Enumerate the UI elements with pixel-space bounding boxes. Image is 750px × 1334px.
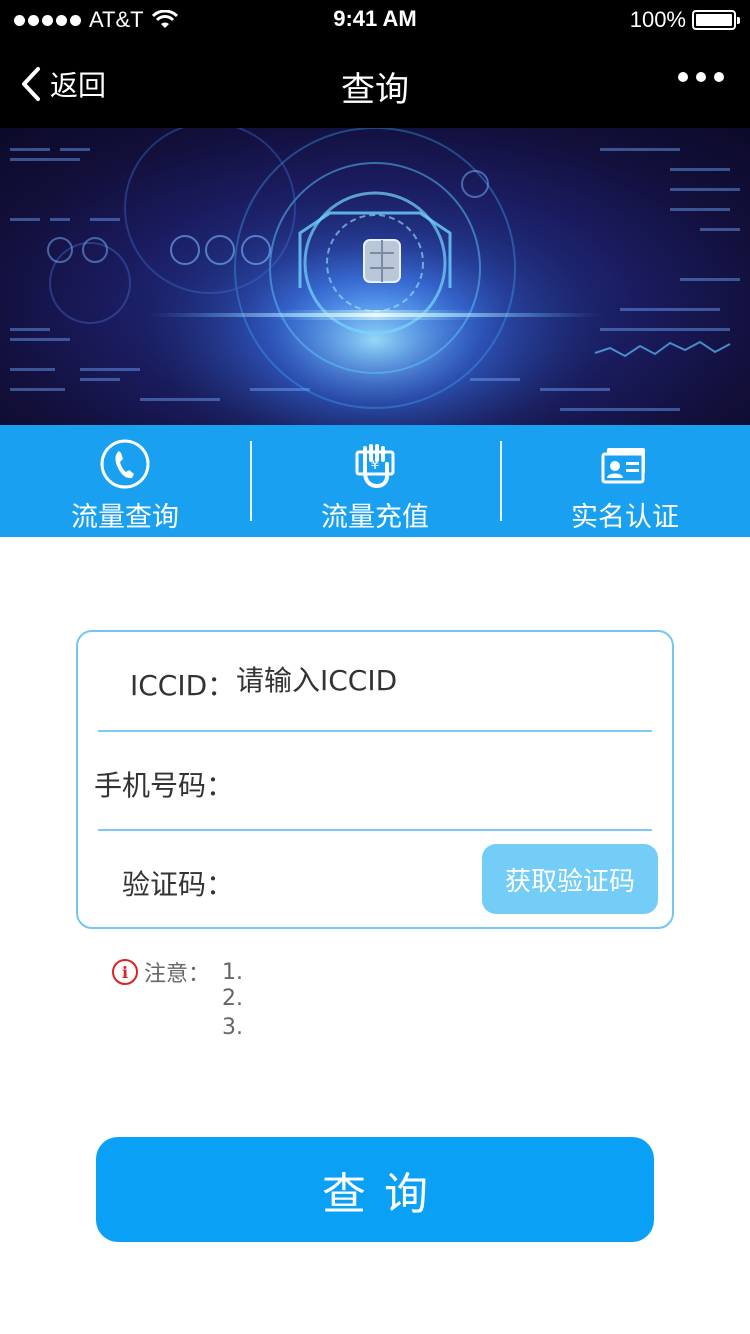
phone-icon	[98, 437, 152, 491]
more-dot-icon	[696, 72, 706, 82]
notice-item: 3.	[222, 1015, 243, 1040]
feature-tab-bar: 流量查询 ¥ 流量充值 实名认证	[0, 425, 750, 537]
query-form: ICCID： 手机号码： 验证码： 获取验证码	[76, 630, 674, 929]
page-title: 查询	[341, 70, 409, 110]
tab-divider	[500, 441, 502, 521]
status-right: 100%	[629, 7, 740, 33]
battery-percent: 100%	[629, 7, 686, 32]
more-dot-icon	[678, 72, 688, 82]
page: AT&T 9:41 AM 100% 返回 查询 流量查询 ¥ 流量充值 实名认证…	[0, 0, 750, 1334]
iccid-input[interactable]	[236, 660, 636, 700]
id-card-icon	[598, 437, 652, 491]
notice-section: i 注意： 1.	[112, 956, 243, 988]
battery-fill	[696, 14, 732, 26]
tab-label: 实名认证	[571, 502, 679, 533]
get-code-button[interactable]: 获取验证码	[482, 844, 658, 914]
status-bar: AT&T 9:41 AM 100%	[0, 0, 750, 40]
tab-flow-recharge[interactable]: ¥ 流量充值	[250, 425, 500, 537]
info-warning-icon: i	[112, 959, 138, 985]
more-dot-icon	[714, 72, 724, 82]
recharge-icon: ¥	[348, 437, 402, 491]
notice-header: i 注意： 1.	[112, 956, 243, 988]
tab-real-name-auth[interactable]: 实名认证	[500, 425, 750, 537]
code-input[interactable]	[236, 859, 466, 899]
more-button[interactable]	[678, 72, 724, 82]
tab-flow-query[interactable]: 流量查询	[0, 425, 250, 537]
phone-input[interactable]	[236, 760, 636, 800]
banner-image	[0, 128, 750, 425]
iccid-label: ICCID：	[130, 669, 236, 702]
nav-bar: 返回 查询	[0, 40, 750, 128]
notice-item: 1.	[222, 959, 244, 985]
tab-label: 流量查询	[71, 502, 179, 533]
code-label: 验证码：	[122, 868, 235, 901]
notice-item: 2.	[222, 986, 243, 1011]
tab-label: 流量充值	[321, 502, 429, 533]
battery-icon	[692, 10, 740, 30]
banner-graphic	[10, 128, 740, 425]
phone-row: 手机号码：	[78, 732, 672, 830]
iccid-row: ICCID：	[78, 632, 672, 732]
query-button[interactable]: 查询	[96, 1137, 654, 1242]
notice-title: 注意：	[144, 962, 211, 987]
tab-divider	[250, 441, 252, 521]
phone-label: 手机号码：	[94, 769, 235, 802]
